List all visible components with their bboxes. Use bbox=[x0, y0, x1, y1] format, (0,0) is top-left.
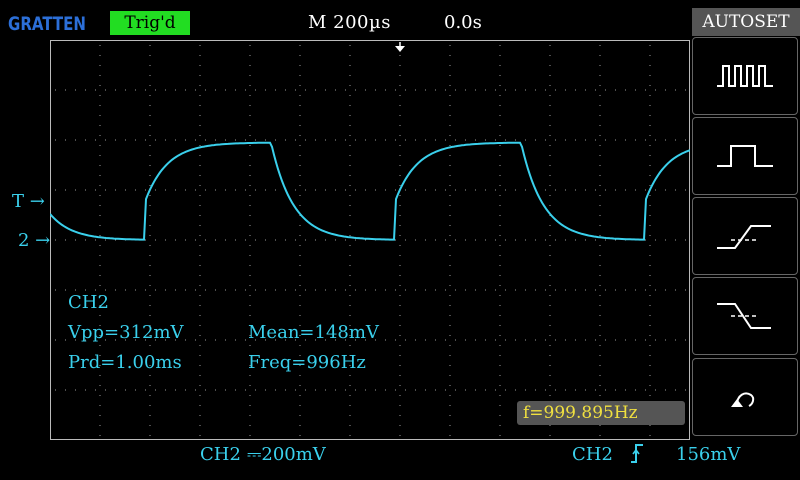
rising-edge-icon bbox=[717, 225, 771, 249]
single-period-icon bbox=[717, 145, 773, 167]
footer-vertical-scale: ⎓200mV bbox=[247, 444, 326, 465]
graticule-grid bbox=[55, 45, 686, 436]
autoset-single-period-button[interactable] bbox=[692, 117, 798, 195]
measure-frequency: Freq=996Hz bbox=[248, 352, 366, 373]
autoset-falling-edge-button[interactable] bbox=[692, 277, 798, 355]
graticule-border bbox=[50, 40, 690, 440]
timebase-readout: M 200µs bbox=[308, 12, 391, 33]
autoset-undo-button[interactable] bbox=[692, 358, 798, 436]
footer-trigger-channel: CH2 bbox=[572, 444, 613, 465]
measure-period: Prd=1.00ms bbox=[68, 352, 182, 373]
trigger-status-badge: Trig'd bbox=[110, 11, 190, 35]
multi-period-icon bbox=[717, 65, 773, 87]
footer-trigger-level: 156mV bbox=[676, 444, 741, 465]
autoset-rising-edge-button[interactable] bbox=[692, 197, 798, 275]
footer-channel-label: CH2 bbox=[200, 444, 241, 465]
ch2-ground-marker: 2 → bbox=[18, 230, 51, 251]
trigger-position-readout: 0.0s bbox=[444, 12, 482, 33]
falling-edge-icon bbox=[717, 303, 771, 329]
brand-logo: GRATTEN bbox=[8, 9, 88, 35]
autoset-multi-period-button[interactable] bbox=[692, 37, 798, 115]
rising-edge-icon bbox=[631, 444, 643, 463]
autoset-menu-title: AUTOSET bbox=[692, 8, 800, 36]
measure-mean: Mean=148mV bbox=[248, 322, 379, 343]
trigger-level-marker: T → bbox=[12, 191, 45, 212]
brand-text: GRATTEN bbox=[8, 13, 86, 35]
frequency-counter: f=999.895Hz bbox=[517, 401, 685, 425]
undo-icon bbox=[731, 392, 755, 407]
measure-vpp: Vpp=312mV bbox=[68, 322, 184, 343]
ch2-trace bbox=[50, 141, 690, 241]
measure-channel-label: CH2 bbox=[68, 292, 109, 313]
waveform-display[interactable] bbox=[50, 40, 690, 440]
